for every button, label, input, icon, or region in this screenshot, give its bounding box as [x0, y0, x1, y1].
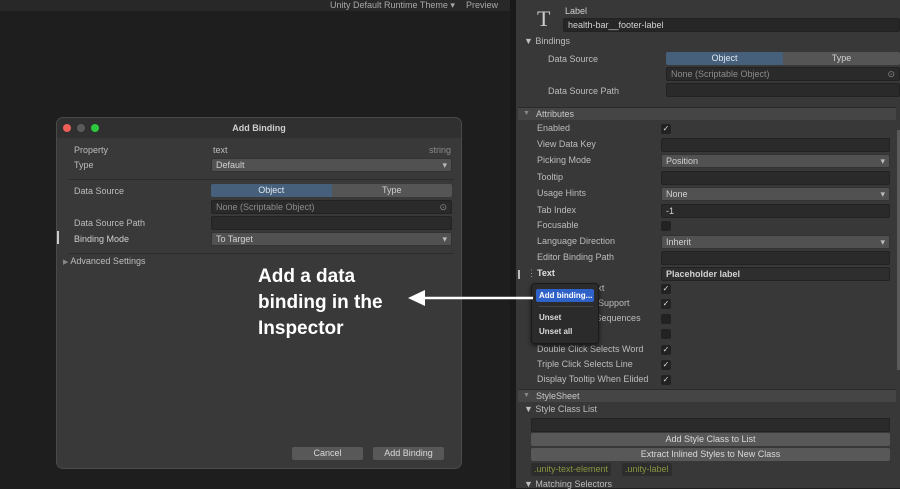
focus-indicator: [57, 231, 59, 244]
type-tab[interactable]: Type: [783, 52, 900, 65]
attribute-label: View Data Key: [537, 139, 596, 149]
data-source-label: Data Source: [548, 54, 599, 64]
attribute-label: Language Direction: [537, 236, 616, 246]
close-button[interactable]: [63, 124, 71, 132]
attribute-label: Double Click Selects Word: [537, 344, 644, 354]
data-source-path-field[interactable]: [666, 83, 900, 97]
attribute-checkbox[interactable]: ✓: [661, 299, 671, 309]
menu-item-unset[interactable]: Unset: [539, 313, 561, 322]
data-source-path-field[interactable]: [211, 216, 452, 230]
attribute-label: Tab Index: [537, 205, 577, 215]
attribute-field[interactable]: [661, 171, 890, 185]
text-element-icon: T: [537, 6, 551, 31]
preview-button[interactable]: Preview: [466, 0, 498, 10]
type-dropdown[interactable]: Default: [211, 158, 452, 172]
attribute-dropdown[interactable]: None: [661, 187, 890, 201]
add-binding-button[interactable]: Add Binding: [373, 447, 444, 460]
bindings-header: Bindings: [535, 36, 570, 46]
attribute-label: Picking Mode: [537, 155, 592, 165]
attribute-label: Editor Binding Path: [537, 252, 615, 262]
advanced-settings-foldout[interactable]: ▶ Advanced Settings: [63, 256, 145, 266]
cancel-button[interactable]: Cancel: [292, 447, 363, 460]
object-tab[interactable]: Object: [211, 184, 332, 197]
data-source-object-field[interactable]: None (Scriptable Object) ⊙: [211, 200, 452, 214]
viewport-toolbar: Unity Default Runtime Theme ▾ Preview: [0, 0, 515, 11]
element-name-field[interactable]: health-bar__footer-label: [563, 18, 900, 32]
drag-handle-icon[interactable]: ⋮: [527, 268, 536, 279]
zoom-button[interactable]: [91, 124, 99, 132]
attribute-label: Text: [537, 268, 555, 278]
attribute-field[interactable]: Placeholder label: [661, 267, 890, 281]
menu-item-add-binding[interactable]: Add binding...: [536, 289, 594, 302]
menu-item-unset-all[interactable]: Unset all: [539, 327, 572, 336]
type-tab[interactable]: Type: [331, 184, 452, 197]
attribute-dropdown[interactable]: Inherit: [661, 235, 890, 249]
data-source-label: Data Source: [74, 186, 125, 196]
attribute-label: Tooltip: [537, 172, 564, 182]
style-class-tag[interactable]: .unity-text-element: [531, 463, 612, 476]
object-picker-icon[interactable]: ⊙: [887, 68, 895, 80]
data-source-path-label: Data Source Path: [548, 86, 620, 96]
dialog-title: Add Binding: [57, 118, 461, 138]
bindings-foldout[interactable]: ▼ Bindings: [524, 36, 570, 46]
divider: [69, 179, 454, 180]
attribute-checkbox[interactable]: ✓: [661, 375, 671, 385]
attribute-checkbox[interactable]: ✓: [661, 360, 671, 370]
data-source-path-label: Data Source Path: [74, 218, 146, 228]
add-style-class-button[interactable]: Add Style Class to List: [531, 433, 890, 446]
stylesheet-header[interactable]: StyleSheet: [518, 389, 896, 402]
binding-indicator: [518, 270, 520, 279]
object-tab[interactable]: Object: [666, 52, 783, 65]
attribute-label: Usage Hints: [537, 188, 587, 198]
data-source-value: None (Scriptable Object): [216, 202, 315, 212]
menu-separator: [539, 306, 593, 307]
property-label: Property: [74, 145, 109, 155]
binding-mode-dropdown[interactable]: To Target: [211, 232, 452, 246]
attribute-checkbox[interactable]: [661, 314, 671, 324]
attribute-checkbox[interactable]: ✓: [661, 345, 671, 355]
theme-dropdown[interactable]: Unity Default Runtime Theme ▾: [330, 0, 455, 10]
minimize-button[interactable]: [77, 124, 85, 132]
callout-text: Add a data binding in the Inspector: [258, 266, 383, 339]
attributes-header[interactable]: Attributes: [518, 107, 896, 120]
attribute-checkbox[interactable]: ✓: [661, 284, 671, 294]
attribute-field[interactable]: -1: [661, 204, 890, 218]
style-class-list-foldout[interactable]: ▼ Style Class List: [524, 404, 597, 414]
divider: [69, 253, 454, 254]
type-label: Type: [74, 160, 94, 170]
attribute-checkbox[interactable]: [661, 329, 671, 339]
attribute-label: Triple Click Selects Line: [537, 359, 633, 369]
element-type-label: Label: [565, 6, 588, 16]
object-picker-icon[interactable]: ⊙: [439, 201, 447, 213]
advanced-settings-label: Advanced Settings: [70, 256, 146, 266]
theme-label: Unity Default Runtime Theme: [330, 0, 448, 10]
data-source-toggle: Object Type: [666, 52, 900, 65]
property-value: text: [213, 145, 228, 155]
attribute-checkbox[interactable]: ✓: [661, 124, 671, 134]
extract-styles-button[interactable]: Extract Inlined Styles to New Class: [531, 448, 890, 461]
attribute-field[interactable]: [661, 251, 890, 265]
binding-mode-label: Binding Mode: [74, 234, 130, 244]
data-source-value: None (Scriptable Object): [671, 69, 770, 79]
style-class-list-label: Style Class List: [535, 404, 597, 414]
attribute-label: Enabled: [537, 123, 571, 133]
attribute-label: Display Tooltip When Elided: [537, 374, 649, 384]
attribute-dropdown[interactable]: Position: [661, 154, 890, 168]
attribute-label: Focusable: [537, 220, 579, 230]
attribute-field[interactable]: [661, 138, 890, 152]
style-class-tag[interactable]: .unity-label: [622, 463, 672, 476]
data-source-toggle: Object Type: [211, 184, 452, 197]
attribute-checkbox[interactable]: [661, 221, 671, 231]
property-type: string: [428, 145, 451, 155]
style-class-input[interactable]: [531, 418, 890, 432]
arrow-icon: [408, 290, 533, 306]
data-source-object-field[interactable]: None (Scriptable Object) ⊙: [666, 67, 900, 81]
binding-context-menu: Add binding... Unset Unset all: [531, 283, 599, 344]
